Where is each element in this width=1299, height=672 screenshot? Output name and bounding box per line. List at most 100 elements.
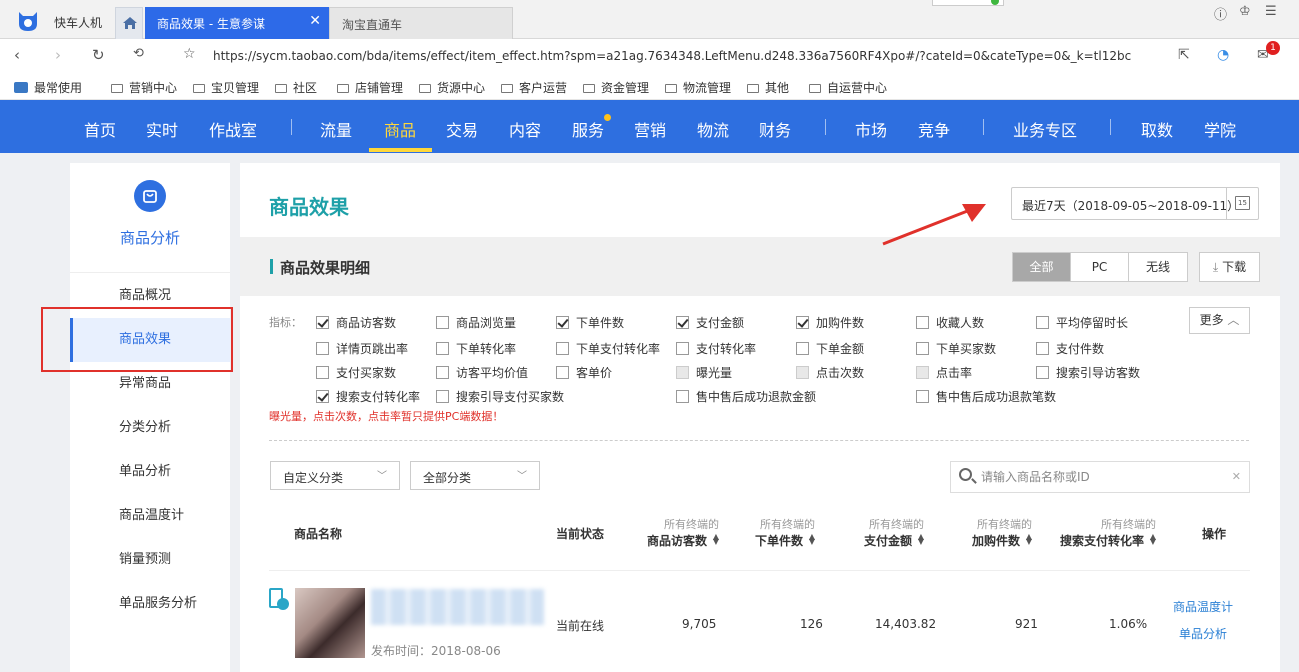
indicator-checkbox[interactable]: 支付转化率	[676, 340, 756, 357]
timer-icon[interactable]: ◔	[1217, 47, 1229, 63]
more-button[interactable]: 更多 ︿	[1189, 307, 1250, 334]
checkbox-box[interactable]	[316, 342, 329, 355]
bookmark-item[interactable]: 物流管理	[665, 79, 731, 96]
date-range-picker[interactable]: 最近7天（2018-09-05~2018-09-11） 15	[1011, 187, 1259, 220]
nav-finance[interactable]: 财务	[759, 117, 791, 141]
share-icon[interactable]: ⇱	[1178, 47, 1190, 63]
nav-content[interactable]: 内容	[509, 117, 541, 141]
indicator-checkbox[interactable]: 下单支付转化率	[556, 340, 660, 357]
checkbox-box[interactable]	[796, 366, 809, 379]
checkbox-box[interactable]	[1036, 342, 1049, 355]
url-field[interactable]: https://sycm.taobao.com/bda/items/effect…	[213, 49, 1131, 63]
segment-pc[interactable]: PC	[1071, 253, 1129, 281]
bookmark-item[interactable]: 货源中心	[419, 79, 485, 96]
calendar-button[interactable]: 15	[1226, 188, 1258, 219]
checkbox-box[interactable]	[1036, 316, 1049, 329]
bookmark-item[interactable]: 资金管理	[583, 79, 649, 96]
checkbox-box[interactable]	[556, 366, 569, 379]
home-tab[interactable]	[115, 7, 143, 39]
checkbox-box[interactable]	[676, 316, 689, 329]
sidebar-item-category[interactable]: 分类分析	[70, 406, 230, 450]
star-icon[interactable]: ☆	[183, 46, 196, 62]
nav-competition[interactable]: 竞争	[918, 117, 950, 141]
nav-home[interactable]: 首页	[84, 117, 116, 141]
nav-academy[interactable]: 学院	[1204, 117, 1236, 141]
tab-inactive[interactable]: 淘宝直通车	[329, 7, 513, 39]
bookmark-item[interactable]: 营销中心	[111, 79, 177, 96]
sidebar-item-single[interactable]: 单品分析	[70, 450, 230, 494]
product-name-blurred[interactable]	[371, 589, 544, 625]
indicator-checkbox[interactable]: 点击率	[916, 364, 972, 381]
bookmark-most-used[interactable]: 最常使用	[14, 79, 82, 96]
segment-all[interactable]: 全部	[1013, 253, 1071, 281]
indicator-checkbox[interactable]: 点击次数	[796, 364, 864, 381]
sidebar-item-forecast[interactable]: 销量预测	[70, 538, 230, 582]
th-payment[interactable]: 所有终端的 支付金额 ▲ ▼	[864, 516, 924, 549]
nav-marketing[interactable]: 营销	[634, 117, 666, 141]
nav-logistics[interactable]: 物流	[697, 117, 729, 141]
indicator-checkbox[interactable]: 搜索支付转化率	[316, 388, 420, 405]
checkbox-box[interactable]	[316, 366, 329, 379]
clear-icon[interactable]: ✕	[1232, 470, 1241, 483]
nav-data-fetch[interactable]: 取数	[1141, 117, 1173, 141]
indicator-checkbox[interactable]: 支付件数	[1036, 340, 1104, 357]
th-search-conversion[interactable]: 所有终端的 搜索支付转化率 ▲ ▼	[1060, 516, 1156, 549]
indicator-checkbox[interactable]: 商品浏览量	[436, 314, 516, 331]
refresh-icon[interactable]: ↻	[92, 46, 105, 64]
checkbox-box[interactable]	[1036, 366, 1049, 379]
checkbox-box[interactable]	[916, 390, 929, 403]
bookmark-item[interactable]: 客户运营	[501, 79, 567, 96]
nav-realtime[interactable]: 实时	[146, 117, 178, 141]
checkbox-box[interactable]	[556, 316, 569, 329]
checkbox-box[interactable]	[436, 316, 449, 329]
op-single-analysis-link[interactable]: 单品分析	[1179, 625, 1227, 642]
sidebar-item-service[interactable]: 单品服务分析	[70, 582, 230, 626]
bookmark-item[interactable]: 社区	[275, 79, 317, 96]
indicator-checkbox[interactable]: 平均停留时长	[1036, 314, 1128, 331]
menu-icon[interactable]: ☰	[1265, 4, 1277, 19]
checkbox-box[interactable]	[676, 390, 689, 403]
bookmark-item[interactable]: 其他	[747, 79, 789, 96]
indicator-checkbox[interactable]: 详情页跳出率	[316, 340, 408, 357]
checkbox-box[interactable]	[796, 316, 809, 329]
help-icon[interactable]: ⓘ	[1214, 4, 1227, 23]
indicator-checkbox[interactable]: 下单件数	[556, 314, 624, 331]
skin-icon[interactable]: ♔	[1239, 4, 1251, 19]
checkbox-box[interactable]	[796, 342, 809, 355]
bookmark-item[interactable]: 宝贝管理	[193, 79, 259, 96]
checkbox-box[interactable]	[916, 316, 929, 329]
nav-market[interactable]: 市场	[855, 117, 887, 141]
nav-warroom[interactable]: 作战室	[209, 117, 257, 141]
indicator-checkbox[interactable]: 搜索引导支付买家数	[436, 388, 564, 405]
checkbox-box[interactable]	[556, 342, 569, 355]
back-icon[interactable]: ‹	[14, 46, 20, 64]
checkbox-box[interactable]	[436, 366, 449, 379]
indicator-checkbox[interactable]: 下单转化率	[436, 340, 516, 357]
checkbox-box[interactable]	[436, 390, 449, 403]
indicator-checkbox[interactable]: 支付金额	[676, 314, 744, 331]
checkbox-box[interactable]	[676, 366, 689, 379]
bookmark-item[interactable]: 自运营中心	[809, 79, 887, 96]
checkbox-box[interactable]	[916, 366, 929, 379]
indicator-checkbox[interactable]: 售中售后成功退款笔数	[916, 388, 1056, 405]
indicator-checkbox[interactable]: 加购件数	[796, 314, 864, 331]
restore-icon[interactable]: ⟲	[133, 46, 144, 61]
th-cart[interactable]: 所有终端的 加购件数 ▲ ▼	[972, 516, 1032, 549]
indicator-checkbox[interactable]: 访客平均价值	[436, 364, 528, 381]
nav-traffic[interactable]: 流量	[320, 117, 352, 141]
search-input[interactable]	[981, 470, 1231, 484]
checkbox-box[interactable]	[676, 342, 689, 355]
th-orders[interactable]: 所有终端的 下单件数 ▲ ▼	[755, 516, 815, 549]
checkbox-box[interactable]	[916, 342, 929, 355]
forward-icon[interactable]: ›	[55, 46, 61, 64]
indicator-checkbox[interactable]: 客单价	[556, 364, 612, 381]
indicator-checkbox[interactable]: 商品访客数	[316, 314, 396, 331]
nav-business-zone[interactable]: 业务专区	[1013, 117, 1077, 141]
checkbox-box[interactable]	[436, 342, 449, 355]
sidebar-item-thermometer[interactable]: 商品温度计	[70, 494, 230, 538]
nav-products[interactable]: 商品	[384, 117, 416, 141]
all-category-select[interactable]: 全部分类 ﹀	[410, 461, 540, 490]
custom-category-select[interactable]: 自定义分类 ﹀	[270, 461, 400, 490]
indicator-checkbox[interactable]: 收藏人数	[916, 314, 984, 331]
tab-active[interactable]: 商品效果 - 生意参谋 ✕	[145, 7, 329, 40]
